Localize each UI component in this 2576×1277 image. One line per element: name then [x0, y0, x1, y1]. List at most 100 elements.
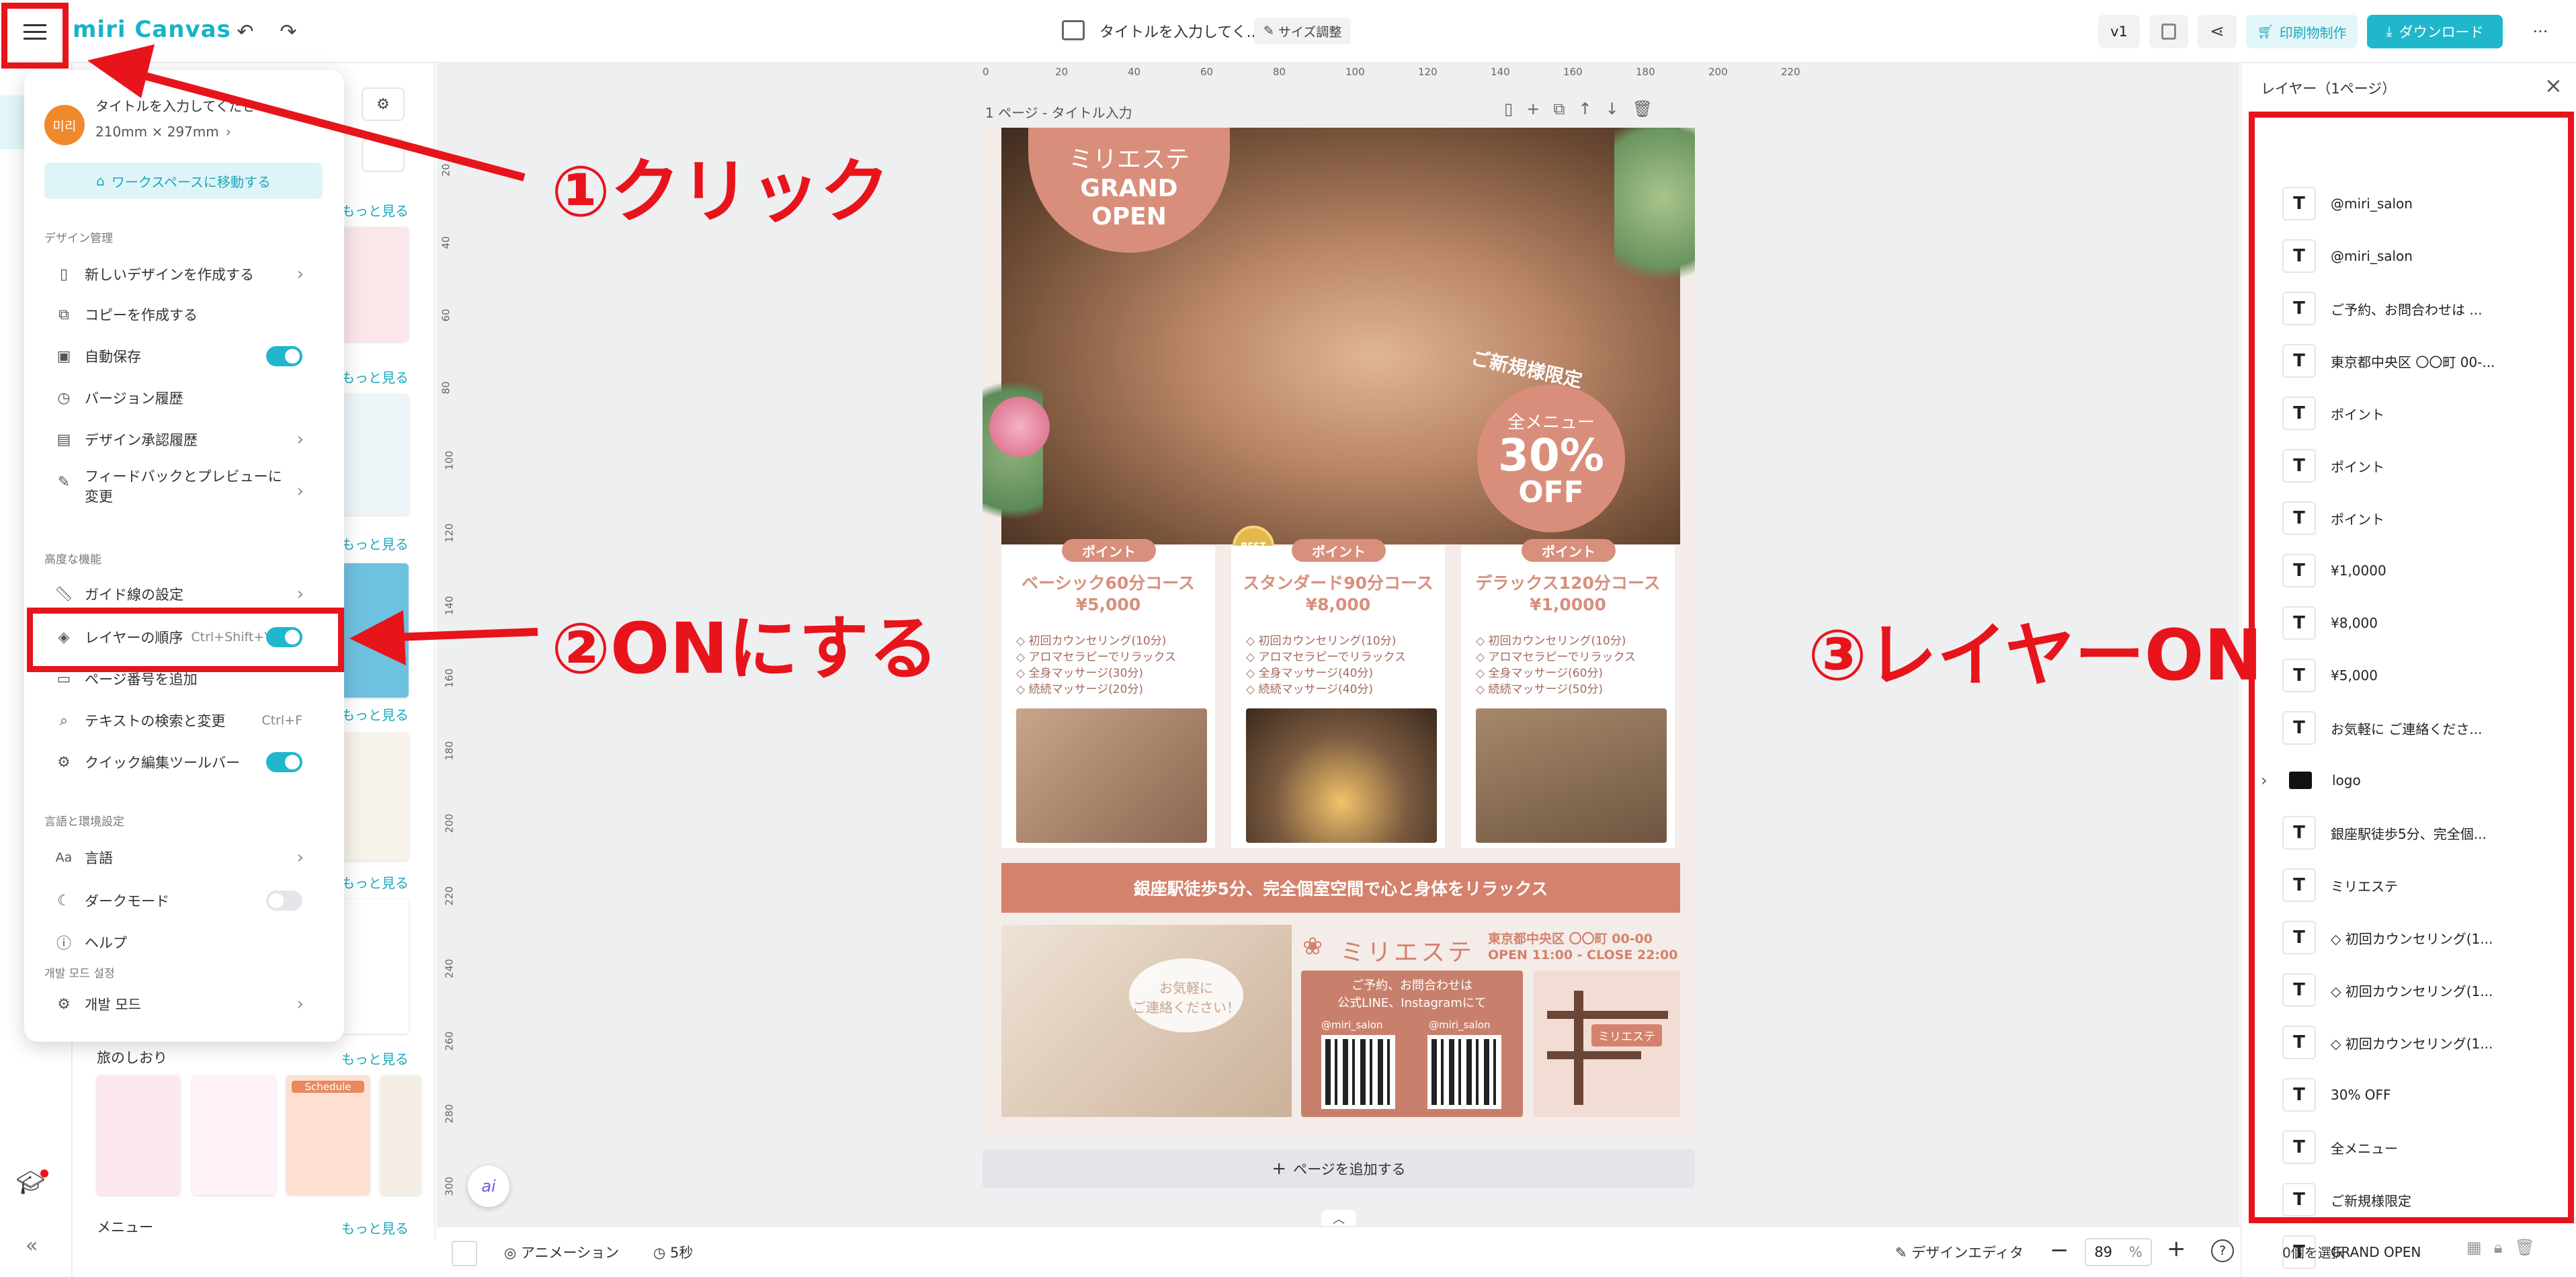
undo-button[interactable]: ↶ [228, 16, 262, 47]
template-thumb[interactable] [341, 227, 409, 341]
menu-item-feedback[interactable]: ✎ フィードバックとプレビューに変更 › [54, 466, 336, 520]
menu-label: 新しいデザインを作成する [85, 267, 254, 283]
hours[interactable]: OPEN 11:00 - CLOSE 22:00 [1488, 948, 1677, 962]
menu-item-version-history[interactable]: ◷ バージョン履歴 [54, 378, 336, 418]
quick-toolbar-toggle[interactable] [266, 752, 302, 772]
version-button[interactable]: v1 [2098, 15, 2140, 48]
address[interactable]: 東京都中央区 〇〇町 00-00 [1488, 929, 1653, 947]
menu-item-quick-toolbar[interactable]: ⚙︎ クイック編集ツールバー [54, 742, 336, 782]
autosave-toggle[interactable] [266, 346, 302, 366]
dark-mode-toggle[interactable] [266, 891, 302, 911]
close-icon[interactable]: × [2544, 73, 2563, 98]
menu-item-dev-mode[interactable]: ⚙︎ 개발 모드 › [54, 984, 336, 1024]
see-more-link[interactable]: もっと見る [341, 704, 409, 724]
template-thumb[interactable]: Schedule [286, 1075, 370, 1195]
animation-icon: ◎ [504, 1245, 517, 1261]
badge-brand: ミリエステ [1068, 146, 1190, 173]
lotus-logo-icon: ❀ [1302, 933, 1323, 960]
contact-bubble[interactable]: お気軽に ご連絡ください！ [1129, 958, 1243, 1032]
workspace-button[interactable]: ⌂ ワークスペースに移動する [44, 163, 323, 199]
save-status-button[interactable] [2149, 15, 2188, 48]
color-swatch[interactable] [452, 1241, 477, 1266]
gear-icon: ⚙︎ [57, 753, 71, 771]
poster-page[interactable]: ミリエステ GRAND OPEN ご新規様限定 全メニュー 30% OFF BE… [983, 128, 1695, 1136]
document-title[interactable]: タイトルを入力してく... [1099, 20, 1261, 42]
see-more-link[interactable]: もっと見る [341, 1048, 409, 1068]
annotation-step3: ③レイヤーON [1808, 614, 2263, 696]
size-adjust-button[interactable]: ✎ サイズ調整 [1254, 17, 1352, 44]
instagram-qr-code[interactable] [1427, 1035, 1501, 1109]
template-thumb[interactable] [341, 733, 409, 860]
template-thumb[interactable] [341, 899, 409, 1034]
template-thumb[interactable] [341, 394, 409, 515]
see-more-link[interactable]: もっと見る [341, 1218, 409, 1237]
menu-label: バージョン履歴 [85, 390, 183, 407]
zoom-out-button[interactable]: − [2050, 1237, 2069, 1264]
trash-icon[interactable]: 🗑︎ [1632, 99, 1666, 118]
see-more-link[interactable]: もっと見る [341, 367, 409, 386]
print-button[interactable]: 🛒︎ 印刷物制作 [2246, 15, 2358, 48]
see-more-link[interactable]: もっと見る [341, 872, 409, 892]
zoom-in-button[interactable]: + [2167, 1235, 2186, 1262]
course-photo[interactable] [1016, 708, 1207, 843]
menu-item-autosave[interactable]: ▣ 自動保存 [54, 336, 336, 376]
template-thumb[interactable] [97, 1075, 180, 1195]
dropdown-field[interactable] [362, 138, 405, 172]
menu-item-language[interactable]: Aa 言語 › [54, 837, 336, 878]
help-icon[interactable]: ? [2211, 1239, 2234, 1262]
folder-icon[interactable] [1062, 20, 1085, 40]
see-more-link[interactable]: もっと見る [341, 534, 409, 553]
filter-button[interactable]: ⚙︎ [362, 87, 405, 121]
design-editor-button[interactable]: ✎ デザインエディタ [1895, 1242, 2024, 1262]
menu-item-find-replace[interactable]: ⌕ テキストの検索と変更 Ctrl+F [54, 700, 336, 741]
line-qr-code[interactable] [1321, 1035, 1395, 1109]
lock-icon[interactable]: 🔒︎ [2494, 1238, 2515, 1257]
menu-doc-size[interactable]: 210mm × 297mm › [95, 124, 231, 140]
redo-button[interactable]: ↷ [272, 16, 305, 47]
group-icon[interactable]: ▦ [2466, 1238, 2494, 1257]
discount-circle[interactable]: 全メニュー 30% OFF [1477, 384, 1625, 532]
annotation-box-layer-toggle [27, 608, 344, 672]
more-options-button[interactable]: ··· [2520, 16, 2561, 47]
course-name: デラックス120分コース [1475, 573, 1661, 593]
ai-button[interactable]: ai [468, 1165, 509, 1207]
chevron-up-icon[interactable]: ︿ [1321, 1210, 1356, 1227]
page-icon[interactable]: ▯ [1504, 99, 1526, 118]
template-thumb[interactable] [341, 563, 409, 698]
course-item: ◇ 続続マッサージ(50分) [1476, 683, 1604, 696]
size-adjust-label: サイズ調整 [1278, 24, 1342, 40]
menu-item-copy[interactable]: ⧉ コピーを作成する [54, 294, 336, 335]
arrow-up-icon[interactable]: ↑ [1578, 99, 1605, 118]
template-thumb[interactable] [380, 1075, 421, 1195]
menu-item-dark-mode[interactable]: ☾ ダークモード [54, 880, 336, 921]
course-photo[interactable] [1476, 708, 1667, 843]
main-menu-dropdown: 미리 タイトルを入力してくださ 210mm × 297mm › ⌂ ワークスペースに… [24, 70, 344, 1042]
see-more-link[interactable]: もっと見る [341, 200, 409, 220]
gear-icon: ⚙︎ [57, 995, 71, 1013]
share-button[interactable]: ⋖ [2198, 15, 2237, 48]
animation-button[interactable]: ◎ アニメーション [504, 1242, 619, 1262]
collapse-icon[interactable]: « [26, 1234, 38, 1258]
arrow-down-icon[interactable]: ↓ [1606, 99, 1632, 118]
menu-item-approval-history[interactable]: ▤ デザイン承認履歴 › [54, 419, 336, 460]
ruler-tick-label: 120 [443, 523, 456, 543]
map[interactable]: ミリエステ [1534, 971, 1680, 1117]
template-thumb[interactable] [192, 1075, 276, 1195]
course-item: ◇ 初回カウンセリング(10分) [1476, 634, 1626, 648]
banner-strip[interactable]: 銀座駅徒歩5分、完全個室空間で心と身体をリラックス [1001, 863, 1680, 913]
menu-item-new-design[interactable]: ▯ 新しいデザインを作成する › [54, 254, 336, 294]
menu-item-help[interactable]: ⓘ ヘルプ [54, 922, 336, 962]
duration-button[interactable]: ◷ 5秒 [653, 1242, 693, 1262]
course-card[interactable]: ポイント デラックス120分コース ¥1,0000 ◇ 初回カウンセリング(10分… [1461, 539, 1675, 848]
brand-name[interactable]: ミリエステ [1340, 933, 1474, 968]
download-button[interactable]: ⤓ ダウンロード [2367, 15, 2503, 48]
contact-box[interactable]: ご予約、お問合わせは 公式LINE、Instagramにて @miri_salo… [1301, 971, 1523, 1117]
course-card[interactable]: ポイント スタンダード90分コース ¥8,000 ◇ 初回カウンセリング(10分)… [1231, 539, 1445, 848]
course-card[interactable]: ポイント ベーシック60分コース ¥5,000 ◇ 初回カウンセリング(10分) … [1001, 539, 1215, 848]
course-photo[interactable] [1246, 708, 1437, 843]
trash-icon[interactable]: 🗑︎ [2514, 1238, 2546, 1257]
zoom-input[interactable]: 89% [2085, 1238, 2152, 1266]
add-page-button[interactable]: + ページを追加する [983, 1149, 1695, 1188]
duplicate-icon[interactable]: ⧉ [1553, 99, 1578, 118]
add-icon[interactable]: + [1526, 99, 1553, 118]
